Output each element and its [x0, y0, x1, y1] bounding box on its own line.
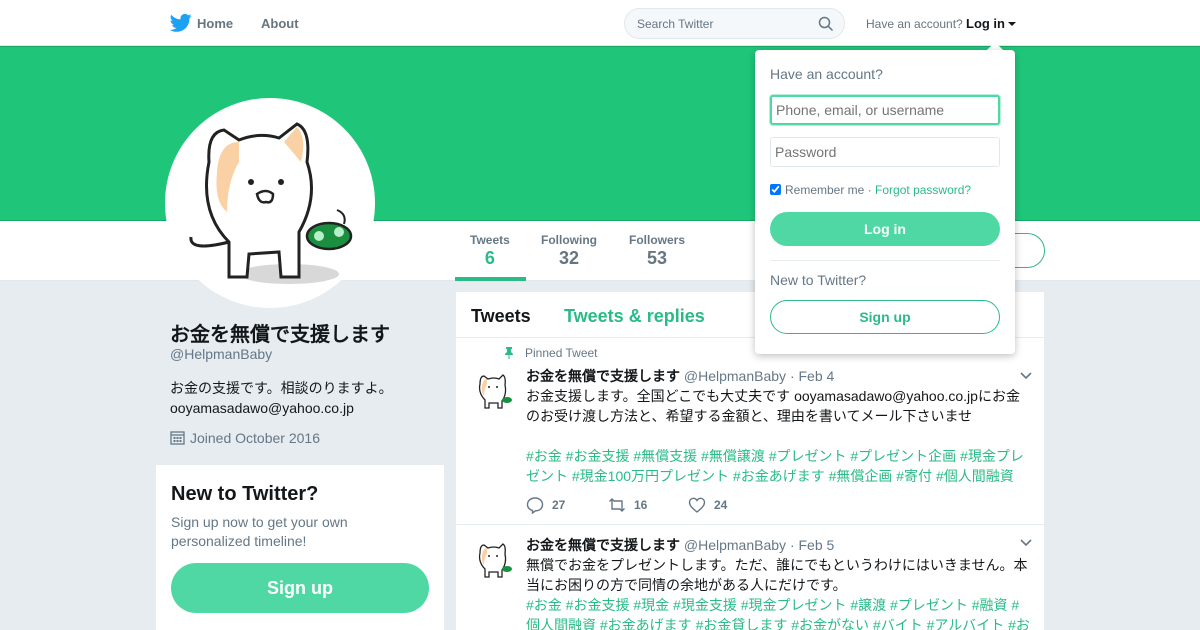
profile-handle[interactable]: @HelpmanBaby — [170, 346, 272, 362]
like-count: 24 — [714, 498, 728, 512]
joined-text: Joined October 2016 — [190, 430, 320, 446]
reply-icon — [526, 497, 544, 515]
top-navigation: Home About Search Twitter Have an accoun… — [0, 0, 1200, 46]
retweet-action[interactable]: 16 — [608, 496, 647, 514]
new-to-twitter-card: New to Twitter? Sign up now to get your … — [156, 465, 444, 630]
stat-followers[interactable]: Followers 53 — [629, 233, 685, 269]
tweet-hashtags[interactable]: #お金 #お金支援 #現金 #現金支援 #現金プレゼント #譲渡 #プレゼント … — [526, 595, 1032, 630]
search-placeholder: Search Twitter — [637, 17, 714, 31]
tweet-text: 無償でお金をプレゼントします。ただ、誰にでもというわけにはいきません。本当にお困… — [526, 557, 1028, 593]
search-icon[interactable] — [818, 16, 834, 32]
tweet-header: お金を無償で支援します @HelpmanBaby · Feb 4 — [526, 366, 834, 386]
tweet-author-name[interactable]: お金を無償で支援します — [526, 368, 680, 384]
stat-label: Following — [541, 233, 597, 247]
dropdown-signup-button[interactable]: Sign up — [770, 300, 1000, 334]
tweet-avatar[interactable] — [470, 368, 516, 414]
like-action[interactable]: 24 — [688, 496, 727, 514]
retweet-count: 16 — [634, 498, 648, 512]
tweet-date[interactable]: · Feb 5 — [790, 537, 834, 553]
tweet-date[interactable]: · Feb 4 — [790, 368, 834, 384]
nav-about-link[interactable]: About — [261, 16, 299, 31]
profile-joined: Joined October 2016 — [170, 430, 320, 446]
tweet-hashtags[interactable]: #お金 #お金支援 #無償支援 #無償譲渡 #プレゼント #プレゼント企画 #現… — [526, 446, 1032, 486]
login-link-label: Log in — [966, 16, 1005, 31]
search-box[interactable]: Search Twitter — [624, 8, 845, 39]
reply-count: 27 — [552, 498, 566, 512]
new-card-text: Sign up now to get your own personalized… — [171, 514, 348, 549]
login-dropdown-toggle[interactable]: Log in — [966, 16, 1016, 31]
login-button[interactable]: Log in — [770, 212, 1000, 246]
stat-value: 6 — [484, 248, 495, 268]
heart-icon — [688, 497, 706, 513]
remember-me-label[interactable]: Remember me — [785, 183, 864, 197]
retweet-icon — [609, 498, 625, 512]
sign-up-button[interactable]: Sign up — [171, 563, 429, 613]
stat-value: 32 — [558, 248, 580, 268]
password-input[interactable] — [770, 137, 1000, 167]
chevron-down-icon[interactable] — [1020, 372, 1032, 380]
login-dropdown: Have an account? Remember me · Forgot pa… — [755, 50, 1015, 354]
tweet-header: お金を無償で支援します @HelpmanBaby · Feb 5 — [526, 535, 834, 555]
username-input[interactable] — [770, 95, 1000, 125]
tweet-author-name[interactable]: お金を無償で支援します — [526, 537, 680, 553]
tab-tweets-replies[interactable]: Tweets & replies — [564, 306, 705, 327]
pinned-label: Pinned Tweet — [525, 346, 598, 360]
bio-line: お金の支援です。相談のりますよ。 — [170, 380, 393, 396]
twitter-bird-icon[interactable] — [170, 13, 192, 33]
have-account-text: Have an account? — [866, 17, 963, 31]
forgot-password-link[interactable]: Forgot password? — [875, 183, 971, 197]
tweet-author-handle[interactable]: @HelpmanBaby — [684, 368, 786, 384]
dropdown-new-label: New to Twitter? — [770, 272, 867, 288]
remember-row: Remember me · Forgot password? — [770, 183, 971, 197]
calendar-icon — [170, 431, 185, 445]
cat-avatar-image — [478, 543, 512, 578]
profile-bio: お金の支援です。相談のりますよ。 ooyamasadawo@yahoo.co.j… — [170, 378, 393, 418]
pin-icon — [505, 347, 513, 359]
profile-name: お金を無償で支援します — [170, 324, 390, 346]
new-card-title: New to Twitter? — [171, 483, 319, 505]
dropdown-title: Have an account? — [770, 66, 883, 82]
tweet-item[interactable]: お金を無償で支援します @HelpmanBaby · Feb 5 無償でお金をプ… — [456, 525, 1044, 630]
tweet-item[interactable]: Pinned Tweet お金を無償で支援します @HelpmanBaby · … — [456, 338, 1044, 525]
tweet-text: お金支援します。全国どこでも大丈夫です ooyamasadawo@yahoo.c… — [526, 388, 1020, 424]
profile-avatar[interactable] — [165, 98, 375, 308]
bio-email-link[interactable]: ooyamasadawo@yahoo.co.jp — [170, 398, 393, 418]
chevron-down-icon[interactable] — [1020, 539, 1032, 547]
tweet-avatar[interactable] — [470, 537, 516, 583]
stat-label: Followers — [629, 233, 686, 247]
nav-home-link[interactable]: Home — [197, 16, 233, 31]
stat-following[interactable]: Following 32 — [541, 233, 597, 269]
reply-action[interactable]: 27 — [526, 496, 566, 515]
stat-tweets[interactable]: Tweets 6 — [470, 233, 510, 269]
remember-me-checkbox[interactable] — [770, 184, 781, 195]
stat-value: 53 — [646, 248, 668, 268]
cat-avatar-image — [478, 374, 512, 409]
active-stat-underline — [455, 277, 526, 281]
tweet-author-handle[interactable]: @HelpmanBaby — [684, 537, 786, 553]
stat-label: Tweets — [470, 233, 510, 247]
dropdown-divider — [770, 260, 1000, 261]
separator-dot: · — [867, 183, 872, 197]
dropdown-arrow — [987, 42, 1003, 50]
caret-down-icon — [1008, 22, 1016, 26]
cat-illustration — [189, 122, 353, 284]
tab-tweets[interactable]: Tweets — [471, 306, 531, 327]
